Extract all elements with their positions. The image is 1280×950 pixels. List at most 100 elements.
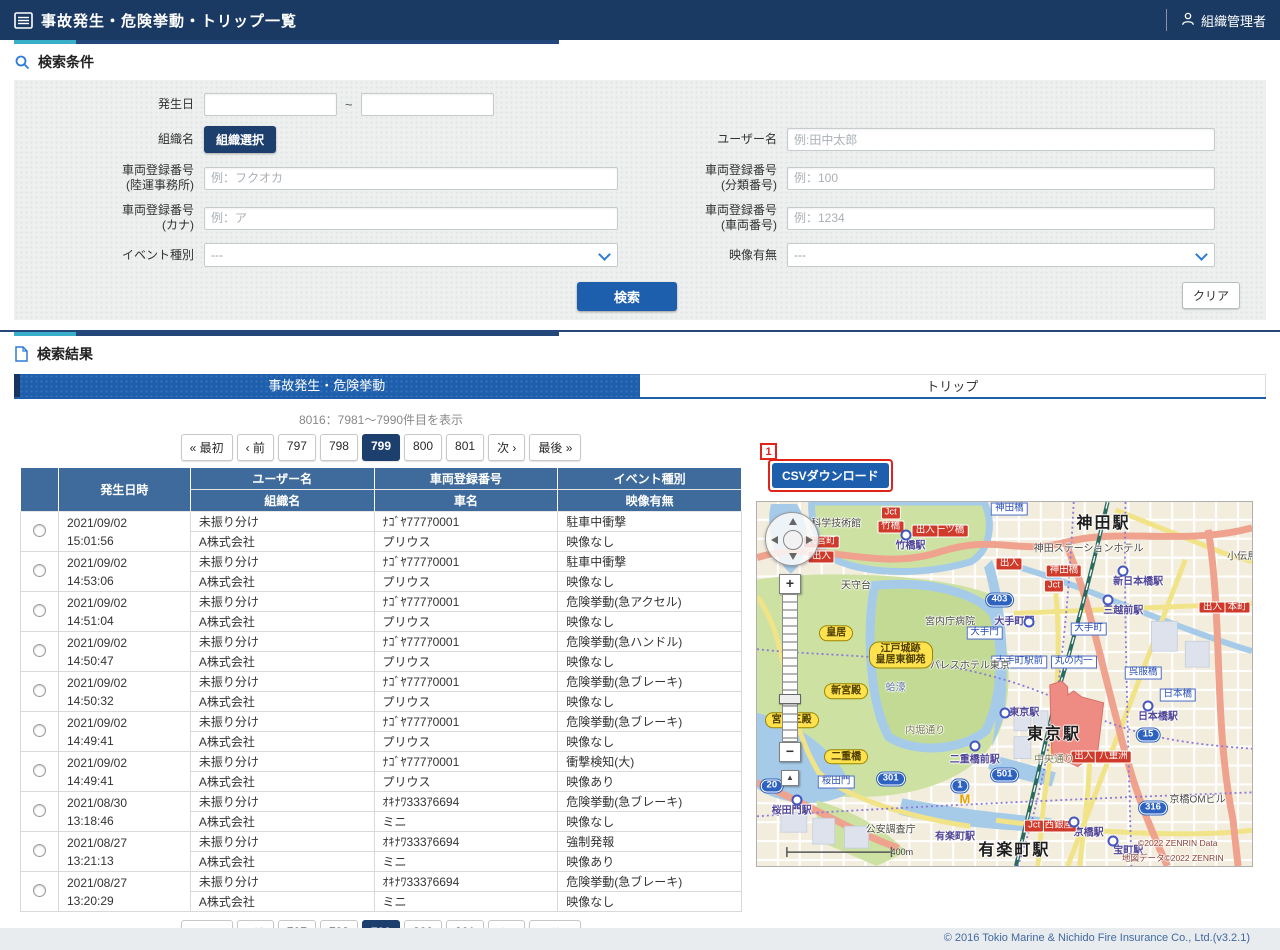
table-row: 2021/09/02 14:53:06 未振り分け ﾅｺﾞﾔ777ｱ0001 駐車中衝撃 [20, 551, 742, 592]
reg-class-input[interactable] [787, 166, 1215, 190]
row-radio-button[interactable] [32, 723, 46, 737]
datetime-cell: 2021/09/02 14:53:06 [57, 551, 191, 592]
organization-cell: A株式会社 [189, 731, 375, 752]
organization-cell: A株式会社 [189, 691, 375, 712]
user-cell: 未振り分け [189, 791, 375, 812]
row-radio-button[interactable] [32, 683, 46, 697]
map-overview-button[interactable]: ▲ [781, 770, 799, 786]
row-radio-cell [20, 511, 59, 552]
reg-number-field: 車両登録番号 (車両番号) [627, 203, 1240, 233]
car-name-cell: プリウス [373, 531, 559, 552]
registration-header: 車両登録番号 [373, 467, 559, 490]
row-radio-cell [20, 711, 59, 752]
tab-accident-danger[interactable]: 事故発生・危険挙動 [14, 374, 640, 397]
event-cell: 危険挙動(急ブレーキ) [557, 671, 742, 692]
map-label: 江戸城跡 皇居東御苑 [868, 641, 933, 669]
row-radio-cell [20, 791, 59, 832]
reg-office-input[interactable] [204, 166, 618, 190]
row-radio-button[interactable] [32, 803, 46, 817]
organization-select-button[interactable]: 組織選択 [204, 126, 277, 153]
pan-down-icon[interactable] [789, 553, 797, 560]
clear-button[interactable]: クリア [1181, 282, 1240, 309]
list-icon [14, 11, 33, 30]
map-label: 桜田門 [817, 775, 855, 789]
date-to-input[interactable] [360, 93, 494, 116]
map-zoom-in-button[interactable]: + [779, 574, 801, 594]
row-radio-cell [20, 551, 59, 592]
reg-number-input[interactable] [787, 206, 1215, 230]
datetime-cell: 2021/09/02 14:49:41 [57, 711, 191, 752]
user-menu[interactable]: 組織管理者 [1165, 9, 1266, 31]
row-radio-button[interactable] [32, 643, 46, 657]
row-radio-button[interactable] [32, 563, 46, 577]
table-row: 2021/09/02 14:49:41 未振り分け ﾅｺﾞﾔ777ｱ0001 衝撃検知(… [20, 751, 742, 792]
tab-trip[interactable]: トリップ [639, 374, 1266, 397]
event-type-select[interactable]: --- [204, 243, 618, 267]
map-zoom-handle[interactable] [779, 694, 801, 705]
row-radio-button[interactable] [32, 883, 46, 897]
search-button[interactable]: 検索 [577, 282, 677, 311]
csv-download-button[interactable]: CSVダウンロード [772, 463, 889, 488]
video-header: 映像有無 [557, 489, 742, 512]
video-cell: 映像なし [557, 731, 742, 752]
map-label: 新宮殿 [824, 683, 869, 700]
map-zoom-out-button[interactable]: − [779, 742, 801, 762]
video-cell: 映像なし [557, 811, 742, 832]
metro-station-icon [1023, 616, 1035, 628]
map-label: 呉服橋 [1124, 666, 1162, 680]
reg-kana-sublabel: (カナ) [162, 218, 194, 232]
video-label: 映像有無 [728, 247, 777, 262]
datetime-cell: 2021/08/30 13:18:46 [57, 791, 191, 832]
row-radio-button[interactable] [32, 523, 46, 537]
search-section-title: 検索条件 [38, 54, 94, 70]
pagination-page-button[interactable]: 800 [404, 434, 443, 461]
pagination-nav-button[interactable]: « 最初 [180, 434, 233, 461]
map-label: 地図データ©2022 ZENRIN [1121, 852, 1224, 863]
row-radio-button[interactable] [32, 843, 46, 857]
metro-station-icon [1068, 816, 1080, 828]
map-labels: 神田駅神田ステーションホテル小伝馬新日本橋駅三越前駅本町出入神田橋神田橋Jct4… [757, 502, 1252, 866]
reg-kana-field: 車両登録番号 (カナ) [14, 203, 627, 233]
metro-station-icon [999, 707, 1010, 719]
user-name-input[interactable] [787, 128, 1215, 151]
event-cell: 危険挙動(急ブレーキ) [557, 711, 742, 732]
organization-cell: A株式会社 [189, 851, 375, 872]
registration-cell: ﾅｺﾞﾔ777ｱ0001 [373, 511, 559, 532]
reg-kana-input[interactable] [204, 206, 618, 230]
map-zoom-slider[interactable] [779, 594, 801, 742]
map[interactable]: 神田駅神田ステーションホテル小伝馬新日本橋駅三越前駅本町出入神田橋神田橋Jct4… [756, 501, 1253, 867]
map-label: 日本橋駅 [1137, 711, 1178, 722]
results-table-body: 2021/09/02 15:01:56 未振り分け ﾅｺﾞﾔ777ｱ0001 駐車中衝撃… [20, 511, 742, 912]
pagination-page-button[interactable]: 799 [361, 434, 401, 461]
map-label: 八重洲 [1095, 750, 1132, 764]
metro-station-icon [1142, 700, 1154, 712]
map-pan-control[interactable] [765, 512, 819, 566]
organization-label: 組織名 [157, 132, 194, 146]
map-zoom-control: + − ▲ [779, 574, 801, 786]
pagination-nav-button[interactable]: 最後 » [529, 434, 582, 461]
row-radio-button[interactable] [32, 763, 46, 777]
pagination-nav-button[interactable]: 次 › [488, 434, 526, 461]
results-table: 発生日時 ユーザー名 車両登録番号 イベント種別 組織名 車名 映像有無 202… [20, 467, 742, 912]
pagination-page-button[interactable]: 801 [446, 434, 485, 461]
row-radio-button[interactable] [32, 603, 46, 617]
pan-right-icon[interactable] [806, 536, 813, 544]
car-name-cell: プリウス [373, 651, 559, 672]
date-from-input[interactable] [204, 93, 337, 116]
pagination-page-button[interactable]: 797 [277, 434, 316, 461]
pan-up-icon[interactable] [789, 518, 797, 525]
reg-office-field: 車両登録番号 (陸運事務所) [14, 163, 627, 193]
app-header: 事故発生・危険挙動・トリップ一覧 組織管理者 [0, 0, 1280, 40]
pagination-page-button[interactable]: 798 [319, 434, 358, 461]
car-name-cell: プリウス [373, 691, 559, 712]
pan-center-icon[interactable] [783, 530, 803, 550]
pagination-nav-button[interactable]: ‹ 前 [236, 434, 274, 461]
row-radio-cell [20, 871, 59, 912]
datetime-cell: 2021/09/02 14:50:32 [57, 671, 191, 712]
user-name-label: ユーザー名 [717, 132, 777, 146]
map-label: 丸の内一 [1050, 655, 1097, 669]
pan-left-icon[interactable] [771, 536, 778, 544]
video-select[interactable]: --- [787, 243, 1215, 267]
map-label: Jct [1024, 819, 1045, 833]
organization-cell: A株式会社 [189, 651, 375, 672]
